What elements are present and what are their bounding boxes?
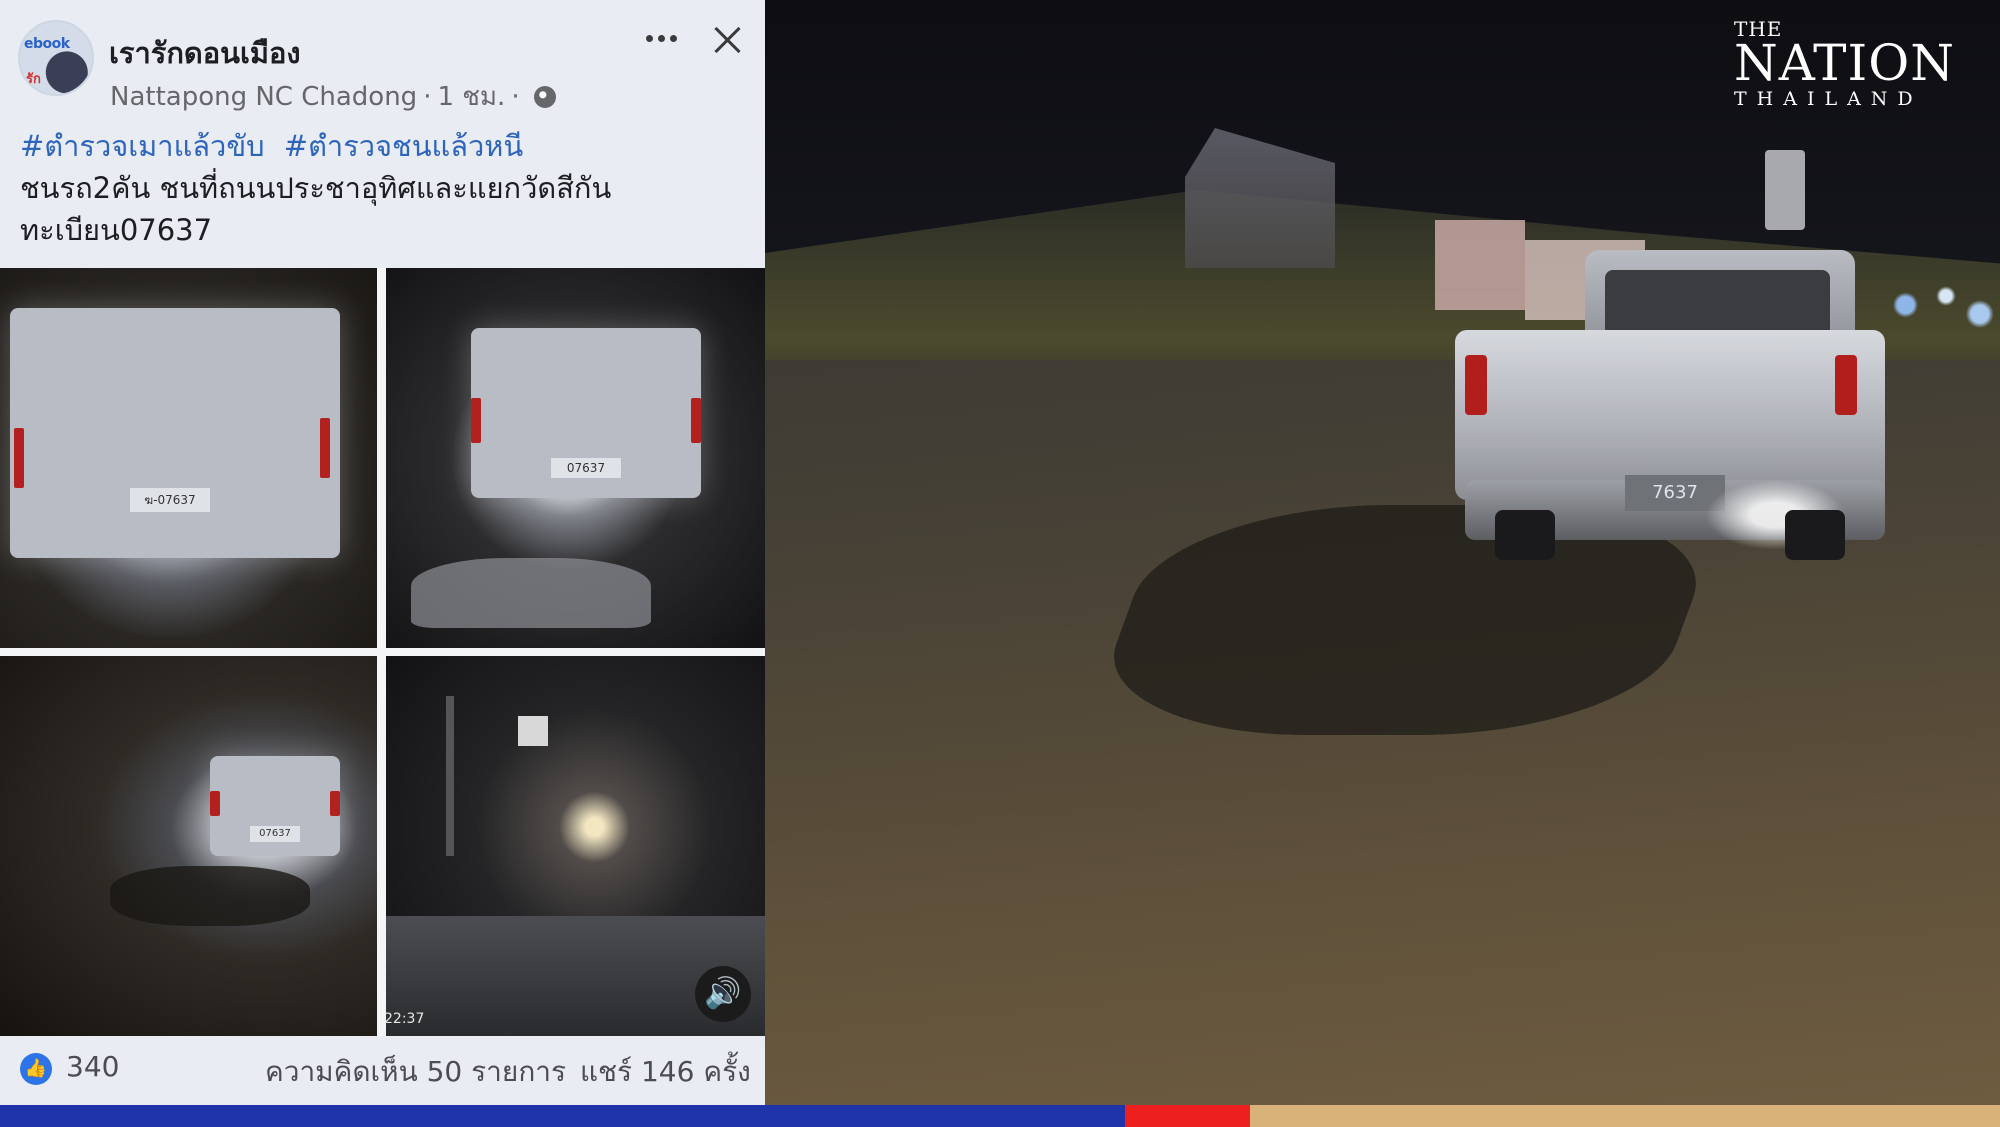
brand-band-blue	[0, 1105, 1125, 1127]
post-meta: Nattapong NC Chadong · 1 ชม. ·	[110, 76, 556, 117]
share-count[interactable]: แชร์ 146 ครั้ง	[580, 1050, 751, 1094]
photo-grid: ฆ-07637 07637 07637 22:37 🔊	[0, 268, 765, 1036]
photo-truck-rear[interactable]: ฆ-07637	[0, 268, 377, 648]
post-text: #ตำรวจเมาแล้วขับ #ตำรวจชนแล้วหนี ชนรถ2คั…	[20, 125, 740, 251]
post-body-line: ชนรถ2คัน ชนที่ถนนประชาอุทิศและแยกวัดสีกั…	[20, 171, 612, 205]
roadside-house	[1185, 128, 1335, 268]
meta-separator: ·	[423, 81, 432, 112]
globe-icon	[533, 85, 556, 108]
avatar-text: ebook	[24, 36, 70, 52]
license-plate: ฆ-07637	[130, 488, 210, 512]
post-footer: 👍 340 ความคิดเห็น 50 รายการ แชร์ 146 ครั…	[0, 1036, 765, 1105]
logo-nation: NATION	[1734, 34, 1955, 92]
license-plate: 07637	[250, 826, 300, 842]
license-plate: 07637	[551, 458, 621, 478]
photo-truck-ahead[interactable]: 07637	[386, 268, 765, 648]
hashtag-line: #ตำรวจเมาแล้วขับ #ตำรวจชนแล้วหนี	[20, 125, 740, 167]
post-time[interactable]: 1 ชม.	[437, 76, 505, 117]
post-header: ebook รัก เรารักดอนเมือง Nattapong NC Ch…	[0, 0, 765, 268]
video-timestamp: 22:37	[384, 1011, 425, 1027]
brand-band-tan	[1250, 1105, 2000, 1127]
more-icon[interactable]	[644, 26, 680, 50]
hashtag-link[interactable]: #ตำรวจชนแล้วหนี	[284, 129, 523, 163]
page-avatar[interactable]: ebook รัก	[18, 20, 94, 96]
video-frame: 7637	[765, 0, 2000, 1105]
brand-band-red	[1125, 1105, 1250, 1127]
logo-thailand: THAILAND	[1734, 88, 1923, 110]
sound-icon[interactable]: 🔊	[695, 966, 751, 1022]
page-name[interactable]: เรารักดอนเมือง	[109, 30, 301, 76]
light-sign	[1765, 150, 1805, 230]
pickup-truck: 7637	[1455, 240, 1895, 560]
avatar-text-2: รัก	[26, 72, 41, 87]
comment-count[interactable]: ความคิดเห็น 50 รายการ	[265, 1050, 566, 1094]
facebook-post-panel: ebook รัก เรารักดอนเมือง Nattapong NC Ch…	[0, 0, 765, 1105]
author-name[interactable]: Nattapong NC Chadong	[110, 82, 417, 112]
meta-separator-2: ·	[511, 81, 520, 112]
like-count[interactable]: 340	[66, 1050, 119, 1083]
photo-truck-road[interactable]: 07637	[0, 656, 377, 1036]
nation-thailand-logo: THE NATION THAILAND	[1734, 18, 1954, 110]
like-icon[interactable]: 👍	[20, 1053, 52, 1085]
close-icon[interactable]	[712, 24, 742, 54]
hashtag-link[interactable]: #ตำรวจเมาแล้วขับ	[20, 129, 265, 163]
post-body-line: ทะเบียน07637	[20, 213, 213, 247]
